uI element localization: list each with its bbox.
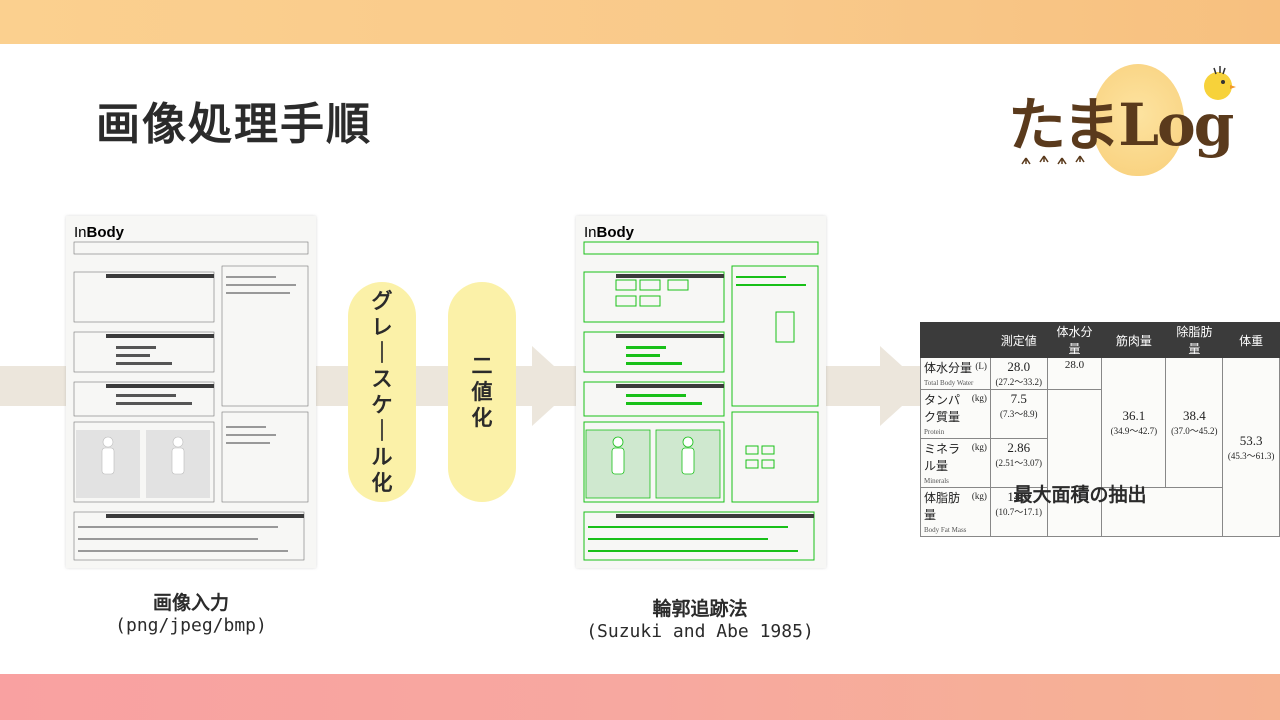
contour-caption-title: 輪郭追跡法 bbox=[652, 598, 748, 620]
binarize-step: 二値化 bbox=[448, 282, 516, 502]
table-header-cell: 体重 bbox=[1222, 322, 1280, 358]
table-header-cell: 除脂肪量 bbox=[1165, 322, 1224, 358]
vertical-char: ｜ bbox=[371, 419, 393, 443]
row-label: (L) 体水分量 Total Body Water bbox=[920, 357, 991, 390]
input-caption-title: 画像入力 bbox=[152, 592, 229, 614]
input-document-image: InBody bbox=[66, 216, 316, 568]
table-row: (L) 体水分量 Total Body Water 28.0 (27.2～33.… bbox=[920, 357, 1280, 537]
flow-arrow-icon bbox=[532, 346, 576, 426]
input-caption: 画像入力 (png/jpeg/bmp) bbox=[76, 588, 306, 636]
contour-caption: 輪郭追跡法 (Suzuki and Abe 1985) bbox=[540, 594, 860, 642]
ffm-total-cell: 38.4 (37.0～45.2) bbox=[1165, 357, 1224, 488]
binarize-label: 二値化 bbox=[448, 282, 516, 502]
vertical-char: ス bbox=[371, 367, 393, 391]
measurement-cell: 7.5 (7.3～8.9) bbox=[989, 389, 1048, 439]
table-header-cell: 測定値 bbox=[989, 322, 1048, 358]
table-header-blank bbox=[920, 322, 991, 358]
input-formats: (png/jpeg/bmp) bbox=[115, 615, 267, 636]
table-header-cell: 筋肉量 bbox=[1101, 322, 1167, 358]
footprints-icon bbox=[1021, 155, 1085, 165]
top-accent-band bbox=[0, 0, 1280, 44]
slide-title: 画像処理手順 bbox=[96, 99, 372, 150]
vertical-char: グ bbox=[371, 289, 393, 313]
extract-caption-title: 最大面積の抽出 bbox=[1013, 484, 1147, 506]
row-label: (kg) タンパク質量 Protein bbox=[920, 389, 991, 439]
document-contents bbox=[73, 241, 309, 561]
table-header-row: 測定値 体水分量 筋肉量 除脂肪量 体重 bbox=[920, 322, 1280, 358]
bottom-accent-band bbox=[0, 674, 1280, 720]
grayscale-label: グレ｜スケ｜ル化 bbox=[348, 282, 416, 502]
contour-document-image: InBody bbox=[576, 216, 826, 568]
vertical-char: ケ bbox=[371, 393, 393, 417]
tamalog-logo: たまLog bbox=[1000, 60, 1260, 180]
vertical-char: 化 bbox=[371, 471, 393, 495]
logo-wordmark: たまLog bbox=[1008, 91, 1234, 159]
extract-caption: 最大面積の抽出 bbox=[950, 480, 1210, 507]
flow-arrow-icon bbox=[880, 346, 924, 426]
measurement-cell: 28.0 (27.2～33.2) bbox=[989, 357, 1048, 390]
grayscale-step: グレ｜スケ｜ル化 bbox=[348, 282, 416, 502]
weight-total-cell: 53.3 (45.3～61.3) bbox=[1222, 357, 1280, 537]
table-header-cell: 体水分量 bbox=[1046, 322, 1103, 358]
vertical-char: 値 bbox=[471, 380, 493, 404]
contour-citation: (Suzuki and Abe 1985) bbox=[586, 621, 814, 642]
water-total-cell: 28.0 bbox=[1046, 357, 1103, 390]
vertical-char: ル bbox=[371, 445, 393, 469]
muscle-total-cell: 36.1 (34.9～42.7) bbox=[1101, 357, 1167, 488]
vertical-char: 化 bbox=[471, 406, 493, 430]
vertical-char: ｜ bbox=[371, 341, 393, 365]
vertical-char: レ bbox=[371, 315, 393, 339]
vertical-char: 二 bbox=[471, 354, 493, 378]
contour-overlay bbox=[583, 241, 819, 561]
empty-cell bbox=[1046, 389, 1103, 537]
